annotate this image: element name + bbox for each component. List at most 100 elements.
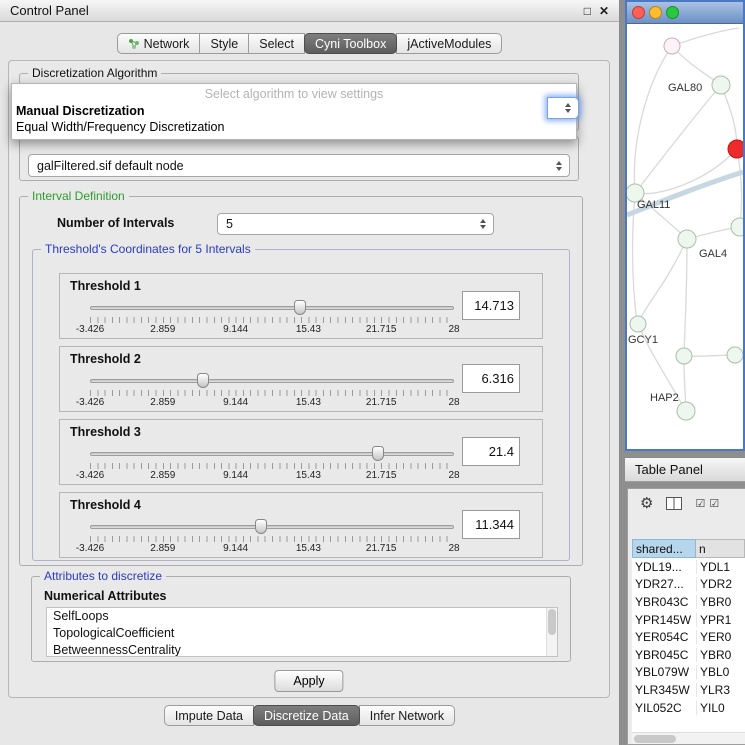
tab-label: Cyni Toolbox [315, 37, 386, 51]
close-button[interactable] [632, 6, 645, 19]
scrollbar-thumb[interactable] [634, 735, 676, 743]
scale-label: 9.144 [223, 397, 248, 408]
table-panel-header-bar[interactable]: Table Panel [625, 457, 745, 482]
slider-track[interactable] [90, 306, 454, 310]
threshold-value-field[interactable]: 11.344 [462, 510, 520, 539]
threshold-slider[interactable]: -3.426 2.859 9.144 15.43 21.715 28 [90, 300, 454, 336]
close-window-icon[interactable]: ✕ [599, 4, 609, 18]
network-node[interactable] [664, 38, 680, 54]
table-row[interactable]: YBR043C YBR0 [632, 593, 745, 611]
horizontal-scrollbar[interactable] [632, 732, 745, 744]
table-row[interactable]: YER054C YER0 [632, 628, 745, 646]
slider-thumb[interactable] [197, 373, 209, 388]
dropdown-option-manual-discretization[interactable]: Manual Discretization [12, 103, 576, 119]
slider-track[interactable] [90, 452, 454, 456]
attributes-listbox[interactable]: SelfLoops TopologicalCoefficient Between… [46, 607, 558, 657]
listbox-scrollbar[interactable] [546, 608, 557, 656]
network-node[interactable] [731, 218, 743, 236]
combobox-stepper[interactable] [552, 155, 566, 176]
threshold-value-field[interactable]: 14.713 [462, 291, 520, 320]
table-row[interactable]: YDR27... YDR2 [632, 576, 745, 594]
tab-label: Style [210, 37, 238, 51]
table-row[interactable]: YBR045C YBR0 [632, 646, 745, 664]
network-node-label: GAL4 [699, 248, 727, 260]
threshold-label: Threshold 1 [70, 279, 141, 293]
tab-label: Network [144, 37, 190, 51]
group-title-attributes: Attributes to discretize [40, 569, 166, 583]
checkbox-icons[interactable]: ☑ ☑ [695, 497, 721, 510]
threshold-slider[interactable]: -3.426 2.859 9.144 15.43 21.715 28 [90, 519, 454, 555]
network-node[interactable] [676, 348, 692, 364]
table-row[interactable]: YBL079W YBL0 [632, 664, 745, 682]
tab-impute-data[interactable]: Impute Data [164, 705, 254, 726]
tab-jactivemodules[interactable]: jActiveModules [396, 33, 502, 54]
scale-label: -3.426 [76, 397, 104, 408]
slider-thumb[interactable] [255, 519, 267, 534]
slider-scale: -3.426 2.859 9.144 15.43 21.715 28 [90, 397, 454, 409]
combobox-stepper[interactable] [561, 98, 575, 118]
network-node-label: GCY1 [628, 334, 658, 346]
num-intervals-combobox[interactable]: 5 [217, 213, 494, 235]
table-data-combobox[interactable]: galFiltered.sif default node [28, 154, 570, 177]
table-row[interactable]: YLR345W YLR3 [632, 681, 745, 699]
columns-icon[interactable] [666, 497, 682, 510]
table-rows: YDL19... YDL1 YDR27... YDR2 YBR043C YBR0… [632, 558, 745, 732]
table-cell: YDL1 [696, 560, 745, 574]
table-row[interactable]: YIL052C YIL0 [632, 699, 745, 717]
table-cell: YBL079W [632, 665, 696, 679]
numerical-attributes-label: Numerical Attributes [44, 589, 166, 603]
tab-infer-network[interactable]: Infer Network [359, 705, 455, 726]
network-node[interactable] [630, 316, 646, 332]
gear-icon[interactable]: ⚙ [640, 494, 653, 512]
network-node[interactable] [677, 402, 695, 420]
window-title: Control Panel [10, 3, 89, 18]
tab-cyni-toolbox[interactable]: Cyni Toolbox [304, 33, 397, 54]
threshold-slider[interactable]: -3.426 2.859 9.144 15.43 21.715 28 [90, 373, 454, 409]
scrollbar-thumb[interactable] [548, 609, 556, 635]
float-window-icon[interactable]: □ [584, 4, 591, 18]
dropdown-option-equal-width[interactable]: Equal Width/Frequency Discretization [12, 119, 576, 135]
list-item[interactable]: BetweennessCentrality [47, 642, 557, 657]
list-item[interactable]: TopologicalCoefficient [47, 625, 557, 642]
network-node[interactable] [727, 347, 743, 363]
checkbox-icon[interactable]: ☑ [695, 497, 707, 510]
stepper-up-icon [556, 161, 562, 165]
control-panel-titlebar[interactable]: Control Panel □ ✕ [0, 0, 619, 22]
threshold-slider[interactable]: -3.426 2.859 9.144 15.43 21.715 28 [90, 446, 454, 482]
slider-track[interactable] [90, 525, 454, 529]
column-header-shared-name[interactable]: shared... [632, 539, 696, 558]
network-titlebar[interactable] [627, 2, 743, 24]
list-item[interactable]: SelfLoops [47, 608, 557, 625]
apply-button[interactable]: Apply [274, 670, 343, 692]
group-title-interval-definition: Interval Definition [28, 189, 129, 203]
minimize-button[interactable] [649, 6, 662, 19]
zoom-button[interactable] [666, 6, 679, 19]
stepper-down-icon [480, 225, 486, 229]
slider-thumb[interactable] [294, 300, 306, 315]
table-row[interactable]: YPR145W YPR1 [632, 611, 745, 629]
checkbox-icon[interactable]: ☑ [709, 497, 721, 510]
network-node-red[interactable] [728, 140, 743, 158]
threshold-value-field[interactable]: 21.4 [462, 437, 520, 466]
algorithm-combobox-fragment[interactable] [547, 97, 579, 119]
network-node[interactable] [678, 230, 696, 248]
stepper-up-icon [480, 219, 486, 223]
slider-track[interactable] [90, 379, 454, 383]
slider-ticks [90, 390, 454, 396]
tab-label: Discretize Data [264, 709, 349, 723]
slider-thumb[interactable] [372, 446, 384, 461]
scale-label: -3.426 [76, 324, 104, 335]
tab-discretize-data[interactable]: Discretize Data [253, 705, 360, 726]
combobox-stepper[interactable] [476, 214, 490, 234]
threshold-value-field[interactable]: 6.316 [462, 364, 520, 393]
table-cell: YDR2 [696, 577, 745, 591]
threshold-panel-2: Threshold 2 -3.426 2.859 9.144 15.43 21.… [59, 346, 543, 412]
tab-style[interactable]: Style [199, 33, 249, 54]
table-row[interactable]: YDL19... YDL1 [632, 558, 745, 576]
network-canvas[interactable]: GAL80 GAL11 GAL4 GCY1 HAP2 [627, 25, 743, 449]
tab-select[interactable]: Select [248, 33, 305, 54]
network-node[interactable] [712, 76, 730, 94]
column-header-name[interactable]: n [696, 539, 745, 558]
table-cell: YBR0 [696, 648, 745, 662]
tab-network[interactable]: Network [117, 33, 201, 54]
